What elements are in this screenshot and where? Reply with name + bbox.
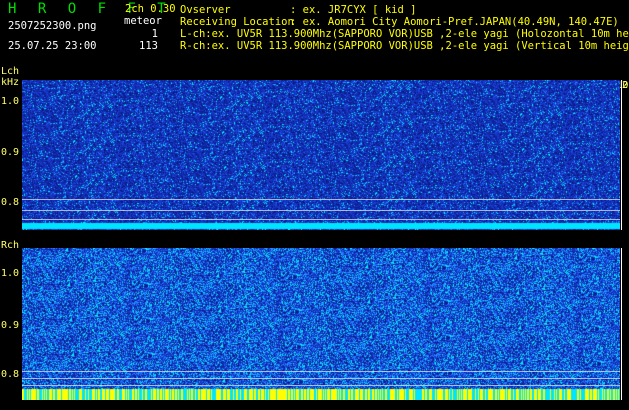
rch-description: R-ch:ex. UV5R 113.900Mhz(SAPPORO VOR)USB… (180, 40, 629, 52)
observer-label: Ovserver (180, 4, 231, 16)
meteor-label: meteor (124, 15, 162, 27)
rch-ytick-0-8: 0.8 (1, 369, 20, 380)
lch-ref-line-2 (22, 210, 620, 211)
rch-channel-label: Rch (1, 240, 20, 251)
filename: 2507252300.png (8, 20, 97, 32)
location-label: Receiving Location (180, 16, 294, 28)
lch-ytick-1-0: 1.0 (1, 96, 20, 107)
lch-channel-label: Lch (1, 66, 20, 77)
lch-ytick-0-8: 0.8 (1, 197, 20, 208)
rch-ref-line-2 (22, 378, 620, 379)
rch-right-marker (621, 248, 622, 400)
channel-label: 2ch 0.30 (125, 3, 176, 15)
lch-description: L-ch:ex. UV5R 113.900Mhz(SAPPORO VOR)USB… (180, 28, 629, 40)
lch-right-marker (621, 80, 622, 230)
datetime: 25.07.25 23:00 (8, 40, 97, 52)
rch-ytick-1-0: 1.0 (1, 268, 20, 279)
rch-ref-line-3 (22, 385, 620, 386)
time-axis-edge-label: 2 (622, 80, 629, 91)
rch-ref-line-1 (22, 371, 620, 372)
observer-value: : ex. JR7CYX [ kid ] (290, 4, 417, 16)
lch-unit-label: kHz (1, 77, 20, 88)
rch-meteor-count: 113 (139, 40, 158, 52)
lch-ref-line-3 (22, 219, 620, 220)
lch-ref-line-1 (22, 199, 620, 200)
lch-meteor-count: 1 (151, 28, 158, 40)
location-value: : ex. Aomori City Aomori-Pref.JAPAN(40.4… (290, 16, 619, 28)
lch-spectrogram[interactable] (22, 80, 620, 230)
rch-ytick-0-9: 0.9 (1, 320, 20, 331)
lch-ytick-0-9: 0.9 (1, 147, 20, 158)
